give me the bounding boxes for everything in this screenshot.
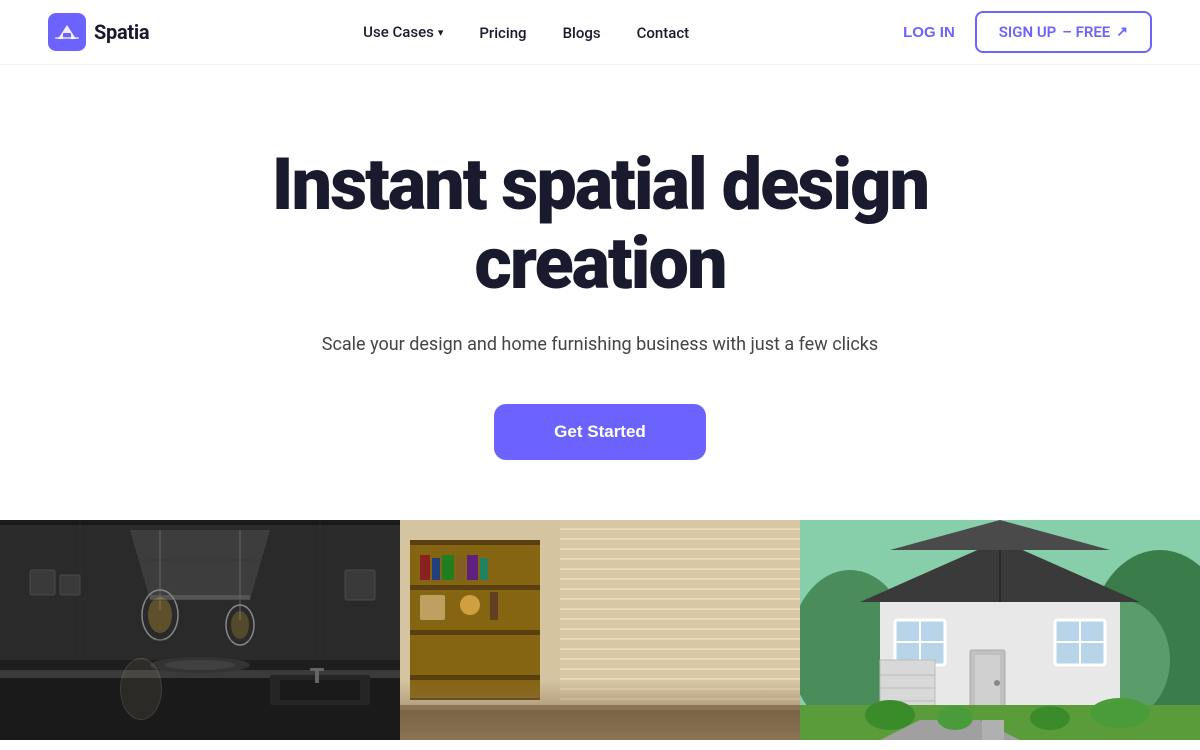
login-button[interactable]: LOG IN [903, 24, 955, 41]
signup-label: SIGN UP [999, 23, 1057, 41]
nav-item-blogs[interactable]: Blogs [563, 23, 601, 42]
hero-title-line2: creation [474, 221, 725, 306]
hero-title-line1: Instant spatial design [272, 142, 928, 227]
pricing-link[interactable]: Pricing [479, 24, 526, 42]
contact-link[interactable]: Contact [637, 24, 690, 42]
hero-title: Instant spatial design creation [272, 145, 928, 303]
navigation: Spatia Use Cases ▾ Pricing Blogs Contact… [0, 0, 1200, 65]
hero-section: Instant spatial design creation Scale yo… [0, 65, 1200, 520]
get-started-button[interactable]: Get Started [494, 404, 706, 460]
logo-icon [48, 13, 86, 51]
living-room-image-card [400, 520, 800, 740]
nav-item-contact[interactable]: Contact [637, 23, 690, 42]
use-cases-label: Use Cases [363, 23, 434, 41]
blogs-link[interactable]: Blogs [563, 24, 601, 42]
kitchen-scene-svg [0, 520, 400, 740]
house-scene-svg [800, 520, 1200, 740]
chevron-down-icon: ▾ [438, 26, 444, 39]
nav-actions: LOG IN SIGN UP – FREE ↗ [903, 11, 1152, 53]
external-link-icon: ↗ [1116, 24, 1128, 40]
signup-button[interactable]: SIGN UP – FREE ↗ [975, 11, 1152, 53]
image-grid [0, 520, 1200, 740]
signup-suffix: – FREE [1062, 23, 1110, 41]
living-scene-svg [400, 520, 800, 740]
use-cases-link[interactable]: Use Cases ▾ [363, 23, 443, 41]
logo[interactable]: Spatia [48, 13, 149, 51]
kitchen-image-card [0, 520, 400, 740]
nav-item-pricing[interactable]: Pricing [479, 23, 526, 42]
hero-subtitle: Scale your design and home furnishing bu… [322, 331, 878, 360]
nav-links: Use Cases ▾ Pricing Blogs Contact [363, 23, 689, 42]
nav-item-use-cases[interactable]: Use Cases ▾ [363, 23, 443, 41]
brand-name: Spatia [94, 20, 149, 44]
house-image-card [800, 520, 1200, 740]
